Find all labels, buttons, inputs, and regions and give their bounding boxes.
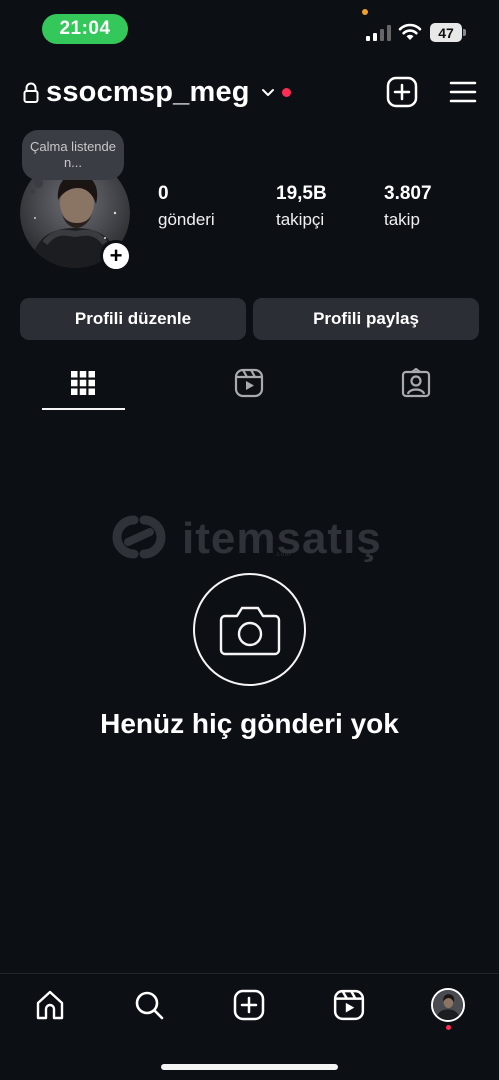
- bottom-nav-divider: [0, 973, 499, 974]
- home-indicator[interactable]: [161, 1064, 338, 1070]
- watermark-logo: itemsatış .com: [104, 512, 404, 566]
- following-label: takip: [384, 210, 420, 229]
- following-count: 3.807: [384, 183, 432, 204]
- nav-reels[interactable]: [332, 988, 366, 1022]
- posts-label: gönderi: [158, 210, 215, 229]
- battery-icon: 47: [430, 23, 466, 42]
- chevron-down-icon[interactable]: [261, 87, 275, 99]
- create-icon: [233, 989, 265, 1021]
- privacy-indicator-dot: [362, 9, 368, 15]
- battery-tip: [463, 29, 466, 36]
- watermark-mark-icon: [112, 515, 166, 559]
- add-story-button[interactable]: +: [100, 240, 132, 272]
- account-notification-dot: [282, 88, 291, 97]
- reels-icon: [234, 368, 264, 398]
- followers-label: takipçi: [276, 210, 325, 229]
- status-bar: 21:04 47: [0, 0, 499, 56]
- wifi-icon: [398, 23, 422, 40]
- reels-icon: [333, 989, 365, 1021]
- empty-state-camera[interactable]: [193, 573, 306, 686]
- tagged-icon: [401, 368, 431, 398]
- stat-following[interactable]: 3.807 takip: [384, 183, 432, 230]
- profile-notification-dot: [446, 1025, 451, 1030]
- status-time: 21:04: [42, 14, 128, 44]
- camera-icon: [219, 606, 280, 655]
- share-profile-button[interactable]: Profili paylaş: [253, 298, 479, 340]
- tab-tagged[interactable]: [401, 366, 431, 400]
- nav-search[interactable]: [132, 988, 166, 1022]
- home-icon: [36, 990, 64, 1020]
- profile-note-bubble[interactable]: Çalma listende n...: [22, 130, 124, 180]
- nav-home[interactable]: [33, 988, 67, 1022]
- note-bubble-tail-small: [30, 189, 35, 194]
- search-icon: [135, 991, 164, 1020]
- nav-profile[interactable]: [431, 988, 465, 1022]
- empty-state-text: Henüz hiç gönderi yok: [100, 708, 399, 739]
- stat-posts[interactable]: 0 gönderi: [158, 183, 215, 230]
- tab-reels[interactable]: [234, 366, 264, 400]
- edit-profile-button[interactable]: Profili düzenle: [20, 298, 246, 340]
- lock-icon: [23, 82, 39, 103]
- watermark-subtext: .com: [274, 552, 292, 558]
- stat-followers[interactable]: 19,5B takipçi: [276, 183, 327, 230]
- new-post-button[interactable]: [386, 76, 418, 108]
- username-switcher[interactable]: ssocmsp_meg: [46, 76, 250, 109]
- grid-icon: [71, 371, 95, 395]
- posts-count: 0: [158, 183, 169, 204]
- active-tab-indicator: [42, 408, 125, 410]
- battery-level: 47: [430, 23, 462, 42]
- note-bubble-tail: [34, 179, 43, 188]
- nav-create[interactable]: [232, 988, 266, 1022]
- followers-count: 19,5B: [276, 183, 327, 204]
- profile-avatar: [431, 988, 465, 1022]
- tab-posts-grid[interactable]: [68, 366, 98, 400]
- cellular-signal-icon: [366, 25, 391, 41]
- hamburger-menu-icon[interactable]: [449, 78, 477, 106]
- profile-header: ssocmsp_meg: [0, 72, 499, 116]
